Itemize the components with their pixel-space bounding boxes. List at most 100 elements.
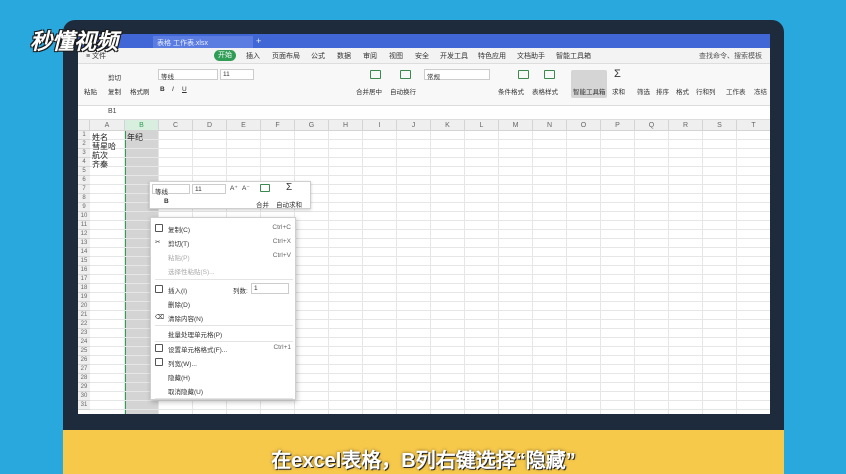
column-header-d[interactable]: D [193,120,227,131]
tab-view[interactable]: 视图 [389,51,403,61]
sum-button[interactable]: 求和 [612,86,625,96]
tab-doc-assistant[interactable]: 文档助手 [517,51,545,61]
insert-count-input[interactable]: 1 [251,283,289,294]
table-style-button[interactable]: 表格样式 [532,86,558,96]
row-header-27[interactable]: 27 [78,365,90,374]
wrap-icon[interactable] [400,70,411,79]
row-header-24[interactable]: 24 [78,338,90,347]
column-header-o[interactable]: O [567,120,601,131]
row-header-17[interactable]: 17 [78,275,90,284]
row-header-19[interactable]: 19 [78,293,90,302]
underline-icon[interactable]: U [182,86,187,93]
tab-review[interactable]: 审阅 [363,51,377,61]
mini-bold-icon[interactable]: B [164,198,169,205]
row-header-13[interactable]: 13 [78,239,90,248]
column-header-i[interactable]: I [363,120,397,131]
cell-a4[interactable]: 齐秦 [92,159,108,170]
tab-security[interactable]: 安全 [415,51,429,61]
column-header-e[interactable]: E [227,120,261,131]
column-header-h[interactable]: H [329,120,363,131]
row-header-4[interactable]: 4 [78,158,90,167]
sheet-button[interactable]: 工作表 [726,86,746,96]
menu-item-format-cells[interactable]: 设置单元格格式(F)... Ctrl+1 [151,341,297,355]
column-header-m[interactable]: M [499,120,533,131]
command-search[interactable]: 查找命令、搜索模板 [699,51,762,61]
smart-toolbox-button[interactable]: 智能工具箱 [571,70,607,98]
cell-b1[interactable]: 年纪 [127,132,143,143]
row-header-3[interactable]: 3 [78,149,90,158]
sum-icon[interactable]: Σ [614,68,621,80]
cond-format-icon[interactable] [518,70,529,79]
row-header-15[interactable]: 15 [78,257,90,266]
column-header-f[interactable]: F [261,120,295,131]
column-header-a[interactable]: A [90,120,125,131]
mini-merge-button[interactable]: 合并 [256,199,269,209]
menu-item-copy[interactable]: 复制(C) Ctrl+C [151,221,297,235]
column-header-n[interactable]: N [533,120,567,131]
row-header-18[interactable]: 18 [78,284,90,293]
row-header-31[interactable]: 31 [78,401,90,410]
column-header-j[interactable]: J [397,120,431,131]
rowcol-button[interactable]: 行和列 [696,86,716,96]
font-name-select[interactable]: 等线 [158,69,218,81]
font-shrink-icon[interactable]: A⁻ [242,184,250,192]
row-header-23[interactable]: 23 [78,329,90,338]
mini-font-size[interactable]: 11 [192,184,226,194]
row-header-1[interactable]: 1 [78,131,90,140]
mini-sum-icon[interactable]: Σ [286,182,292,193]
menu-item-hide[interactable]: 隐藏(H) [151,369,297,383]
row-header-10[interactable]: 10 [78,212,90,221]
row-header-6[interactable]: 6 [78,176,90,185]
row-header-26[interactable]: 26 [78,356,90,365]
menu-item-paste-special[interactable]: 选择性粘贴(S)... [151,263,297,277]
filter-button[interactable]: 筛选 [637,86,650,96]
font-size-select[interactable]: 11 [220,69,254,80]
column-header-t[interactable]: T [737,120,770,131]
menu-item-insert[interactable]: 插入(I) 列数: 1 [151,282,297,296]
row-header-11[interactable]: 11 [78,221,90,230]
column-header-r[interactable]: R [669,120,703,131]
merge-center-button[interactable]: 合并居中 [356,86,382,96]
column-header-c[interactable]: C [159,120,193,131]
merge-icon[interactable] [370,70,381,79]
row-header-21[interactable]: 21 [78,311,90,320]
format-button[interactable]: 格式 [676,86,689,96]
row-header-25[interactable]: 25 [78,347,90,356]
row-header-29[interactable]: 29 [78,383,90,392]
row-header-12[interactable]: 12 [78,230,90,239]
cond-format-button[interactable]: 条件格式 [498,86,524,96]
row-header-30[interactable]: 30 [78,392,90,401]
format-painter-button[interactable]: 格式刷 [130,86,150,96]
column-header-l[interactable]: L [465,120,499,131]
tab-data[interactable]: 数据 [337,51,351,61]
column-header-g[interactable]: G [295,120,329,131]
tab-developer[interactable]: 开发工具 [440,51,468,61]
menu-item-cut[interactable]: ✂ 剪切(T) Ctrl+X [151,235,297,249]
column-header-p[interactable]: P [601,120,635,131]
row-header-22[interactable]: 22 [78,320,90,329]
menu-item-delete[interactable]: 删除(D) [151,296,297,310]
sort-button[interactable]: 排序 [656,86,669,96]
new-tab-button[interactable]: + [256,36,261,46]
mini-font-name[interactable]: 等线 [152,184,190,196]
menu-item-col-width[interactable]: 列宽(W)... [151,355,297,369]
table-style-icon[interactable] [544,70,555,79]
tab-smart-toolbox[interactable]: 智能工具箱 [556,51,591,61]
row-header-8[interactable]: 8 [78,194,90,203]
column-header-q[interactable]: Q [635,120,669,131]
menu-item-paste[interactable]: 粘贴(P) Ctrl+V [151,249,297,263]
tab-insert[interactable]: 插入 [246,51,260,61]
column-header-s[interactable]: S [703,120,737,131]
column-header-b[interactable]: B [125,120,159,131]
freeze-button[interactable]: 冻结 [754,86,767,96]
italic-icon[interactable]: I [172,86,174,93]
font-grow-icon[interactable]: A⁺ [230,184,238,192]
auto-wrap-button[interactable]: 自动换行 [390,86,416,96]
menu-item-unhide[interactable]: 取消隐藏(U) [151,383,297,397]
row-header-7[interactable]: 7 [78,185,90,194]
row-header-9[interactable]: 9 [78,203,90,212]
document-tab[interactable]: 表格 工作表.xlsx [153,36,253,48]
mini-merge-icon[interactable] [260,184,270,192]
menu-item-clear[interactable]: ⌫ 清除内容(N) [151,310,297,324]
row-header-5[interactable]: 5 [78,167,90,176]
